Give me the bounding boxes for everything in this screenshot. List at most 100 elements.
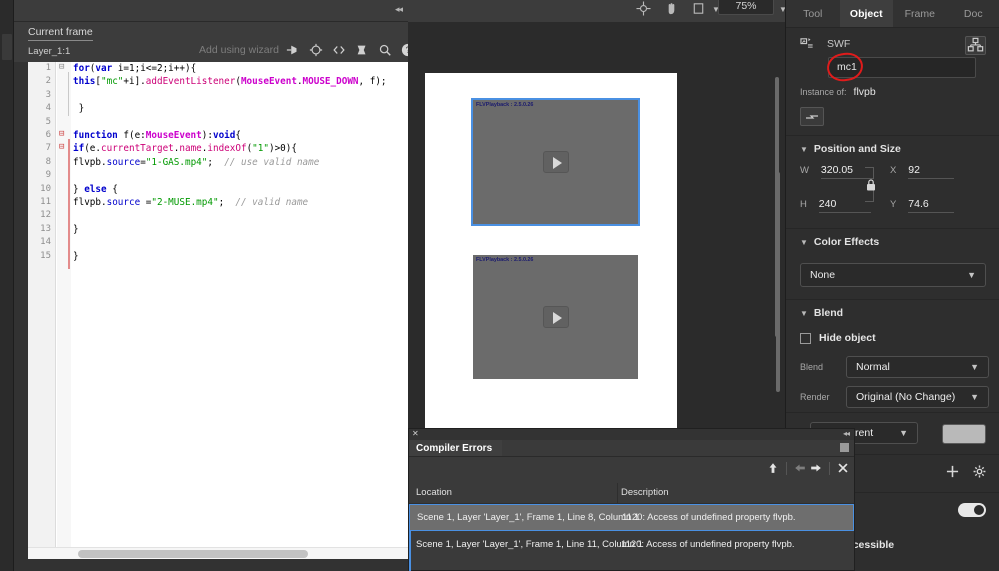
render-mode-row: Render Original (No Change) ▼	[786, 382, 999, 412]
accessibility-toggle[interactable]	[958, 503, 986, 517]
transform-icon[interactable]	[636, 1, 651, 16]
plus-icon[interactable]	[946, 465, 959, 478]
target-icon[interactable]	[309, 43, 323, 57]
blend-mode-label: Blend	[800, 362, 824, 372]
line-number: 14	[40, 237, 51, 248]
code-fold-column[interactable]: ⊟ ⊟ ⊟	[57, 62, 71, 559]
properties-tabs: Tool Object Frame Doc	[786, 0, 999, 28]
play-button-icon[interactable]	[542, 151, 569, 173]
tab-doc[interactable]: Doc	[947, 0, 999, 27]
position-and-size-header[interactable]: ▼ Position and Size	[786, 136, 999, 162]
fold-toggle-icon[interactable]: ⊟	[59, 62, 64, 72]
tab-tool[interactable]: Tool	[786, 0, 840, 27]
blend-mode-row: Blend Normal ▼	[786, 352, 999, 382]
compiler-errors-column-headers: Location Description	[409, 483, 854, 504]
tab-object[interactable]: Object	[839, 0, 893, 27]
height-label: H	[800, 199, 807, 210]
code-brackets-icon[interactable]	[332, 43, 346, 57]
stage-icon[interactable]	[691, 1, 706, 16]
pin-icon[interactable]	[286, 43, 300, 57]
edit-component-button[interactable]	[800, 107, 824, 126]
fold-toggle-icon[interactable]: ⊟	[59, 142, 64, 152]
table-row[interactable]: Scene 1, Layer 'Layer_1', Frame 1, Line …	[409, 504, 854, 531]
height-value[interactable]: 240	[818, 198, 871, 213]
compiler-errors-tab[interactable]: Compiler Errors	[409, 440, 503, 457]
background-color-swatch[interactable]	[942, 424, 986, 444]
close-icon[interactable]	[835, 461, 851, 475]
code-text-lines[interactable]: for(var i=1;i<=2;i++){ this["mc"+i].addE…	[73, 62, 408, 559]
column-header-description[interactable]: Description	[621, 487, 669, 498]
line-number: 3	[45, 89, 51, 100]
zoom-level-input[interactable]: 75%	[718, 0, 774, 15]
collapse-panel-icon[interactable]: ◂◂	[843, 429, 850, 438]
left-arrow-icon[interactable]	[792, 461, 808, 475]
current-frame-label[interactable]: Current frame	[28, 26, 93, 41]
panel-menu-icon[interactable]	[840, 443, 849, 452]
x-field[interactable]: X 92	[890, 164, 955, 179]
hide-object-checkbox[interactable]	[800, 332, 811, 344]
right-arrow-icon[interactable]	[808, 461, 824, 475]
section-title: Blend	[813, 307, 844, 319]
fold-guide-line	[68, 72, 69, 116]
width-field[interactable]: W 320.05	[800, 164, 873, 179]
blend-mode-select[interactable]: Normal ▼	[846, 356, 989, 378]
render-mode-select[interactable]: Original (No Change) ▼	[846, 386, 989, 408]
color-effect-select[interactable]: None ▼	[800, 263, 986, 287]
up-arrow-icon[interactable]	[765, 461, 781, 475]
properties-vertical-scrollbar[interactable]	[776, 172, 780, 392]
chevron-down-icon[interactable]: ▼	[899, 423, 908, 443]
flvplayback-component-1[interactable]: FLVPlayback : 2.5.0.26	[471, 98, 640, 226]
column-header-location[interactable]: Location	[416, 487, 452, 498]
add-using-wizard-button[interactable]: Add using wizard	[199, 44, 279, 56]
blend-header[interactable]: ▼ Blend	[786, 300, 999, 326]
column-divider[interactable]	[617, 483, 618, 504]
collapse-panel-icon[interactable]: ◂◂	[395, 4, 403, 15]
chevron-down-icon[interactable]: ▼	[970, 387, 979, 407]
chevron-down-icon[interactable]: ▼	[970, 357, 979, 377]
hand-icon[interactable]	[664, 1, 679, 16]
chevron-down-icon[interactable]: ▼	[800, 145, 808, 154]
chevron-down-icon[interactable]: ▼	[800, 238, 808, 247]
code-line: for(var i=1;i<=2;i++){	[73, 63, 197, 74]
line-number: 10	[40, 183, 51, 194]
hide-object-row[interactable]: Hide object	[786, 326, 999, 352]
position-and-size-section: ▼ Position and Size W 320.05 H 240 X 92	[786, 136, 999, 229]
y-field[interactable]: Y 74.6	[890, 198, 955, 213]
line-number: 7	[45, 143, 51, 154]
swap-symbol-button[interactable]	[965, 36, 986, 55]
code-scrollbar-thumb[interactable]	[78, 550, 308, 558]
line-number: 4	[45, 103, 51, 114]
x-value[interactable]: 92	[908, 164, 955, 179]
play-button-icon[interactable]	[542, 306, 569, 328]
line-number: 1	[45, 63, 51, 73]
chevron-down-icon[interactable]: ▼	[967, 264, 976, 286]
code-line: function f(e:MouseEvent):void{	[73, 130, 241, 142]
code-snippets-icon[interactable]	[355, 43, 369, 57]
color-effect-value: None	[810, 269, 836, 281]
close-icon[interactable]: ✕	[412, 429, 419, 438]
height-field[interactable]: H 240	[800, 198, 871, 213]
flvplayback-component-2[interactable]: FLVPlayback : 2.5.0.26	[473, 255, 638, 379]
flvplayback-version-label: FLVPlayback : 2.5.0.26	[476, 102, 534, 108]
line-number: 11	[40, 197, 51, 208]
gear-icon[interactable]	[973, 465, 986, 478]
fold-toggle-icon[interactable]: ⊟	[59, 129, 64, 139]
tab-frame[interactable]: Frame	[893, 0, 947, 27]
rail-tab-handle[interactable]	[2, 34, 12, 60]
filters-actions	[946, 465, 986, 478]
instance-name-input[interactable]: mc1	[828, 57, 976, 78]
lock-icon[interactable]	[865, 178, 877, 192]
code-line: this["mc"+i].addEventListener(MouseEvent…	[73, 76, 387, 88]
artboard[interactable]: FLVPlayback : 2.5.0.26 FLVPlayback : 2.5…	[425, 73, 677, 434]
y-value[interactable]: 74.6	[908, 198, 955, 213]
find-icon[interactable]	[378, 43, 392, 57]
code-editor[interactable]: 1 2 3 4 5 6 7 8 9 10 11 12 13 14 15 ⊟ ⊟ …	[28, 62, 408, 559]
chevron-down-icon[interactable]: ▼	[800, 309, 808, 318]
color-effects-header[interactable]: ▼ Color Effects	[786, 229, 999, 255]
flvplayback-version-label: FLVPlayback : 2.5.0.26	[476, 257, 534, 263]
table-row[interactable]: Scene 1, Layer 'Layer_1', Frame 1, Line …	[409, 531, 854, 558]
code-horizontal-scrollbar[interactable]	[28, 547, 408, 559]
